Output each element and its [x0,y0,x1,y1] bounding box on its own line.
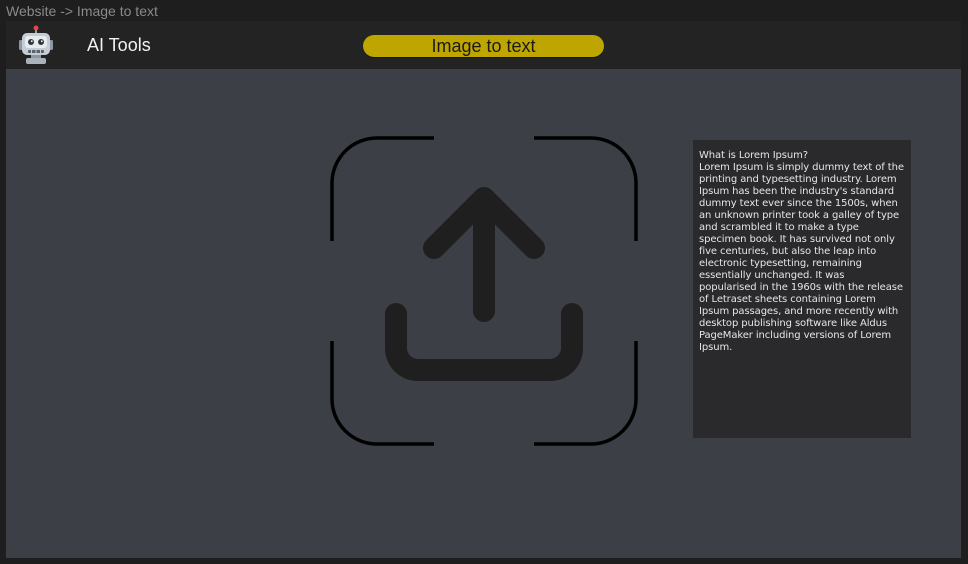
brand-title[interactable]: AI Tools [87,35,151,55]
page: AI Tools Image to text What is Lorem Ips… [6,21,961,558]
upload-dropzone[interactable] [326,133,642,449]
info-panel: What is Lorem Ipsum? Lorem Ipsum is simp… [693,140,911,438]
tab-image-to-text[interactable]: Image to text [363,35,604,57]
scan-corners-icon [330,136,638,446]
info-body: Lorem Ipsum is simply dummy text of the … [699,162,904,353]
info-title: What is Lorem Ipsum? [699,150,808,161]
upload-icon [385,187,583,381]
robot-icon[interactable] [16,25,56,65]
header-bar: AI Tools Image to text [6,21,961,69]
frame-label: Website -> Image to text [6,3,158,19]
